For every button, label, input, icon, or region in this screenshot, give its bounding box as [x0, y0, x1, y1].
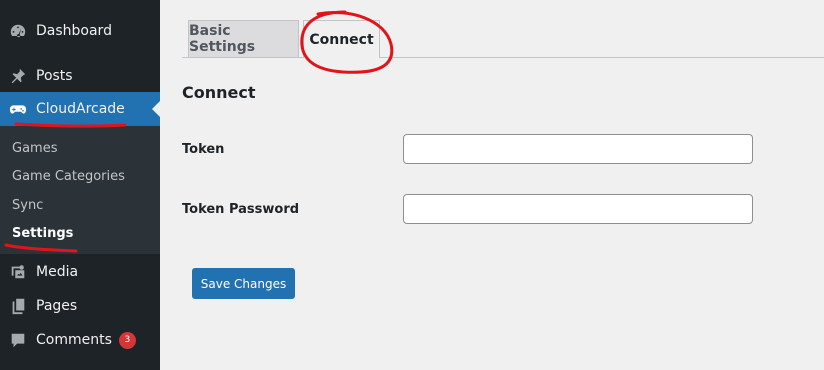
- sidebar-item-cloudarcade[interactable]: CloudArcade: [0, 92, 160, 126]
- page-icon: [8, 296, 28, 316]
- comment-icon: [8, 330, 28, 350]
- gamepad-icon: [8, 99, 28, 119]
- sidebar-item-pages[interactable]: Pages: [0, 289, 160, 323]
- submenu-item-sync[interactable]: Sync: [12, 198, 43, 213]
- media-icon: [8, 262, 28, 282]
- token-input[interactable]: [403, 134, 753, 164]
- submenu-item-game-categories[interactable]: Game Categories: [12, 169, 125, 184]
- submenu-item-settings[interactable]: Settings: [12, 226, 73, 241]
- sidebar-item-label: Pages: [36, 298, 78, 314]
- sidebar-item-comments[interactable]: Comments 3: [0, 323, 160, 357]
- tab-divider: [182, 57, 824, 58]
- cloudarcade-submenu: Games Game Categories Sync Settings: [0, 126, 160, 254]
- sidebar-item-label: CloudArcade: [36, 101, 125, 117]
- sidebar-item-media[interactable]: Media: [0, 255, 160, 289]
- comment-count-badge: 3: [118, 331, 136, 349]
- tab-connect[interactable]: Connect: [303, 20, 380, 58]
- token-label: Token: [182, 142, 225, 157]
- sidebar-item-label: Posts: [36, 68, 73, 84]
- sidebar-item-posts[interactable]: Posts: [0, 59, 160, 93]
- sidebar-item-label: Dashboard: [36, 23, 112, 39]
- section-title: Connect: [182, 83, 256, 102]
- submenu-item-games[interactable]: Games: [12, 141, 57, 156]
- sidebar-item-label: Media: [36, 264, 79, 280]
- token-password-label: Token Password: [182, 202, 300, 217]
- dashboard-icon: [8, 21, 28, 41]
- save-changes-button[interactable]: Save Changes: [192, 268, 295, 299]
- sidebar-item-dashboard[interactable]: Dashboard: [0, 14, 160, 48]
- pin-icon: [8, 66, 28, 86]
- admin-sidebar: Dashboard Posts CloudArcade Games Game C…: [0, 0, 160, 370]
- tab-basic-settings[interactable]: Basic Settings: [188, 20, 299, 57]
- token-password-input[interactable]: [403, 194, 753, 224]
- sidebar-item-label: Comments: [36, 332, 112, 348]
